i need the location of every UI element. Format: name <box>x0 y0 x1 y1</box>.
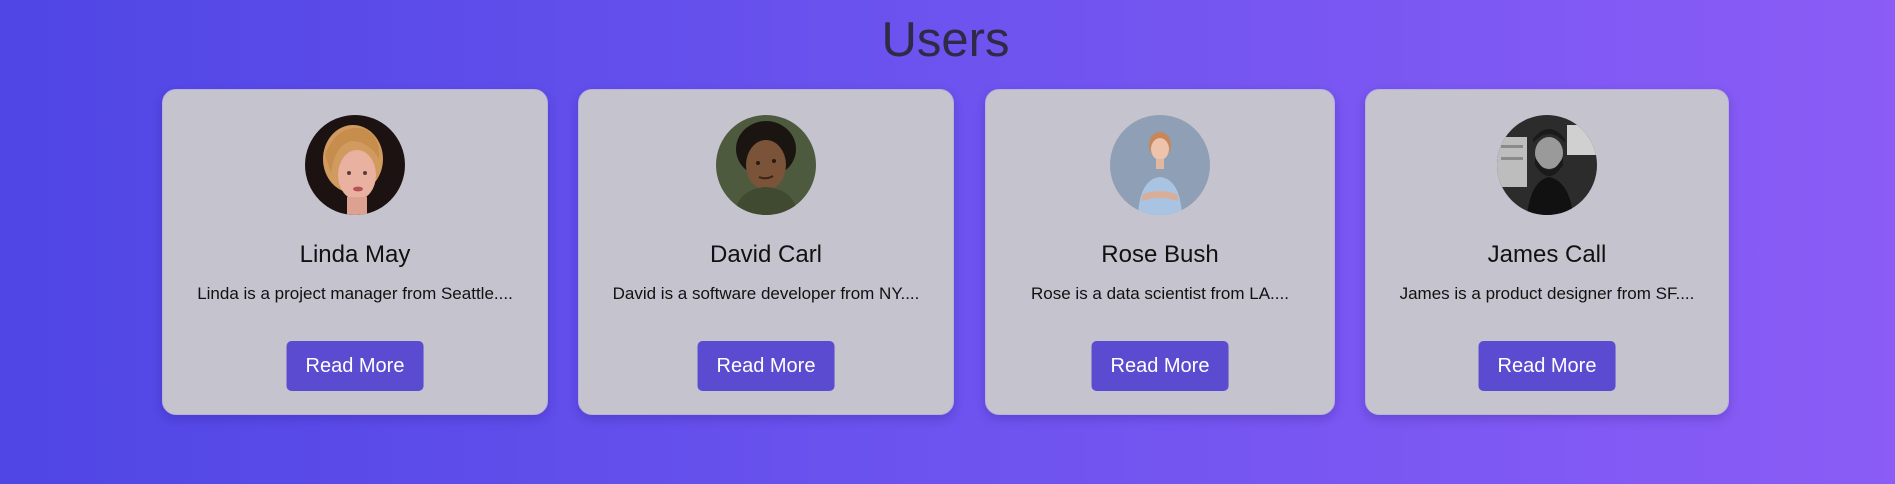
user-name: James Call <box>1487 241 1607 268</box>
read-more-button[interactable]: Read More <box>1091 341 1229 391</box>
user-photo-icon <box>716 115 816 215</box>
user-description: Linda is a project manager from Seattle.… <box>197 284 513 303</box>
avatar <box>716 115 816 215</box>
read-more-button[interactable]: Read More <box>697 341 835 391</box>
user-description: Rose is a data scientist from LA.... <box>1031 284 1289 303</box>
read-more-button[interactable]: Read More <box>286 341 424 391</box>
users-page: Users Linda May Linda is a project manag… <box>0 0 1895 484</box>
user-photo-icon <box>305 115 405 215</box>
user-name: Rose Bush <box>1101 241 1219 268</box>
user-name: David Carl <box>709 241 823 268</box>
user-card-james: James Call James is a product designer f… <box>1365 89 1729 415</box>
avatar <box>1497 115 1597 215</box>
user-card-rose: Rose Bush Rose is a data scientist from … <box>985 89 1335 415</box>
page-title: Users <box>881 13 1010 67</box>
user-card-linda: Linda May Linda is a project manager fro… <box>162 89 548 415</box>
avatar <box>305 115 405 215</box>
user-name: Linda May <box>299 241 411 268</box>
user-description: James is a product designer from SF.... <box>1399 284 1695 303</box>
read-more-button[interactable]: Read More <box>1478 341 1616 391</box>
user-photo-icon <box>1110 115 1210 215</box>
user-photo-icon <box>1497 115 1597 215</box>
avatar <box>1110 115 1210 215</box>
user-description: David is a software developer from NY...… <box>612 284 920 303</box>
user-card-david: David Carl David is a software developer… <box>578 89 954 415</box>
